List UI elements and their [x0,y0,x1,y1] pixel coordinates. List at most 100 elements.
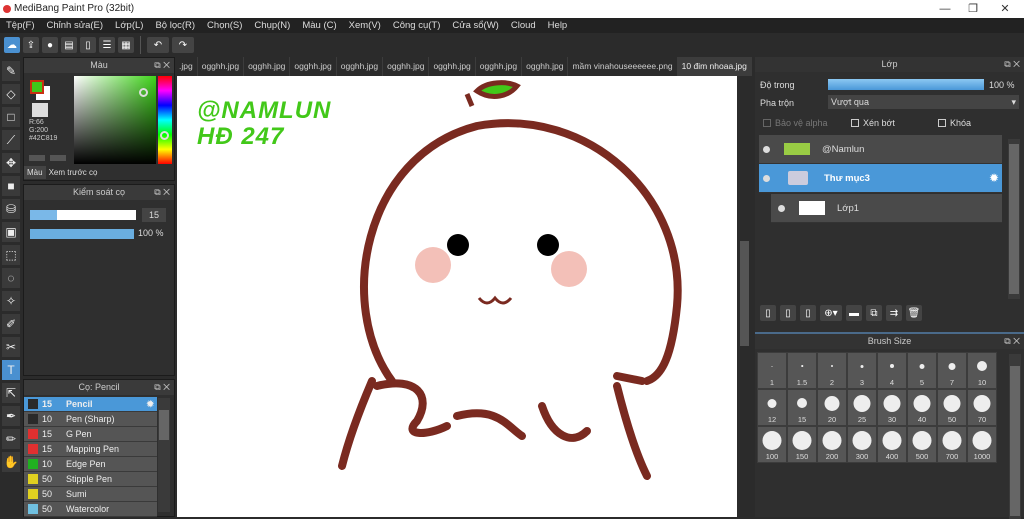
tab-document[interactable]: ogghh.jpg [337,57,384,76]
tab-document[interactable]: ogghh.jpg [198,57,245,76]
menu-cloud[interactable]: Cloud [505,18,542,33]
brush-size-option[interactable]: 4 [877,352,907,389]
list-icon[interactable]: ☰ [99,37,115,53]
panel-close-icon[interactable]: ⧉ ✕ [1004,57,1020,72]
new-1bit-layer-icon[interactable]: ▯ [800,305,816,321]
brush-list-scrollbar[interactable] [158,398,170,512]
brush-size-option[interactable]: 500 [907,426,937,463]
grid-icon[interactable]: ▦ [118,37,134,53]
menu-help[interactable]: Help [542,18,574,33]
menu-view[interactable]: Xem(V) [343,18,387,33]
brush-size-option[interactable]: 300 [847,426,877,463]
menu-tools[interactable]: Công cụ(T) [387,18,447,33]
brush-item[interactable]: 50 Sumi [24,487,157,502]
panel-close-icon[interactable]: ⧉ ✕ [154,185,170,200]
duplicate-layer-icon[interactable]: ⧉ [866,305,882,321]
brush-size-option[interactable]: 7 [937,352,967,389]
visibility-icon[interactable] [763,174,770,182]
color-search-button[interactable] [50,155,66,161]
line-tool-icon[interactable]: ⟋ [2,130,20,150]
blend-mode-select[interactable]: Vượt qua ▾ [828,95,1019,109]
merge-layer-icon[interactable]: ⇉ [886,305,902,321]
magic-wand-icon[interactable]: ✧ [2,291,20,311]
menu-select[interactable]: Chọn(S) [201,18,248,33]
tab-document[interactable]: ogghh.jpg [522,57,569,76]
drawing-canvas[interactable]: @NAMLUN HĐ 247 [177,76,737,517]
brush-item[interactable]: 15 Pencil ✹ [24,397,157,412]
gradient-tool-icon[interactable]: ▣ [2,222,20,242]
tab-document-active[interactable]: 10 đim nhoaa.jpg [677,57,752,76]
hue-handle[interactable] [160,131,169,140]
menu-file[interactable]: Tệp(F) [0,18,41,33]
gear-icon[interactable]: ✹ [146,399,154,410]
delete-layer-icon[interactable]: 🗑 [906,305,922,321]
brush-size-option[interactable]: 200 [817,426,847,463]
operation-tool-icon[interactable]: ⇱ [2,383,20,403]
visibility-icon[interactable] [763,145,770,153]
brush-size-option[interactable]: 25 [847,389,877,426]
tab-document[interactable]: ogghh.jpg [476,57,523,76]
layer-opacity-slider[interactable] [828,79,984,90]
brush-size-option[interactable]: 700 [937,426,967,463]
undo-icon[interactable]: ↶ [147,37,169,53]
dropper-tool-icon[interactable]: ✒ [2,406,20,426]
brush-size-option[interactable]: 100 [757,426,787,463]
new-layer-icon[interactable]: ▯ [760,305,776,321]
clip-checkbox[interactable]: Xén bớt [851,118,895,128]
brush-size-option[interactable]: 30 [877,389,907,426]
new-folder-icon[interactable]: ▬ [846,305,862,321]
maximize-button[interactable]: ❐ [958,0,988,18]
text-tool-icon[interactable]: T [2,360,20,380]
new-8bit-layer-icon[interactable]: ▯ [780,305,796,321]
hand-tool-icon[interactable]: ✋ [2,452,20,472]
select-tool-icon[interactable]: ⬚ [2,245,20,265]
brush-tool-icon[interactable]: ✎ [2,61,20,81]
brush-size-option[interactable]: 5 [907,352,937,389]
brush-item[interactable]: 10 Pen (Sharp) [24,412,157,427]
menu-color[interactable]: Màu (C) [296,18,342,33]
select-eraser-icon[interactable]: ✂ [2,337,20,357]
brush-size-option[interactable]: 400 [877,426,907,463]
brush-size-option[interactable]: 150 [787,426,817,463]
brush-size-option[interactable]: 1 [757,352,787,389]
share-icon[interactable]: ⇪ [23,37,39,53]
transparent-color-swatch[interactable] [32,103,48,117]
hue-slider[interactable] [158,76,172,164]
brush-size-option[interactable]: 15 [787,389,817,426]
brush-size-option[interactable]: 50 [937,389,967,426]
brush-item[interactable]: 15 G Pen [24,427,157,442]
move-tool-icon[interactable]: ✥ [2,153,20,173]
lock-checkbox[interactable]: Khóa [938,118,971,128]
panel-close-icon[interactable]: ⧉ ✕ [154,58,170,73]
brush-size-option[interactable]: 20 [817,389,847,426]
cloud-icon[interactable]: ☁ [4,37,20,53]
visibility-icon[interactable] [778,204,785,212]
saturation-value-picker[interactable] [74,76,156,164]
brush-item[interactable]: 10 Edge Pen [24,457,157,472]
brush-size-slider[interactable] [30,210,136,220]
brush-size-option[interactable]: 10 [967,352,997,389]
brush-opacity-slider[interactable] [30,229,134,239]
picker-handle[interactable] [139,88,148,97]
comment-icon[interactable]: ● [42,37,58,53]
rectangle-tool-icon[interactable]: □ [2,107,20,127]
brush-size-option[interactable]: 1.5 [787,352,817,389]
menu-layer[interactable]: Lớp(L) [109,18,149,33]
menu-filter[interactable]: Bộ lọc(R) [149,18,201,33]
layer-scrollbar[interactable] [1008,139,1020,299]
color-add-button[interactable] [29,155,45,161]
add-layer-dropdown-icon[interactable]: ⊕▾ [820,305,842,321]
message-icon[interactable]: ▤ [61,37,77,53]
tab-document[interactable]: ogghh.jpg [429,57,476,76]
menu-window[interactable]: Cửa sổ(W) [446,18,504,33]
foreground-color-swatch[interactable] [30,80,44,94]
tab-document[interactable]: mầm vinahouseeeeee.png [568,57,678,76]
document-icon[interactable]: ▯ [80,37,96,53]
brush-item[interactable]: 15 Mapping Pen [24,442,157,457]
brush-size-option[interactable]: 2 [817,352,847,389]
close-button[interactable]: ✕ [990,0,1020,18]
pen-tool-icon[interactable]: ✏ [2,429,20,449]
tab-document[interactable]: ogghh.jpg [383,57,430,76]
brush-size-option[interactable]: 1000 [967,426,997,463]
tab-document[interactable]: ogghh.jpg [244,57,291,76]
